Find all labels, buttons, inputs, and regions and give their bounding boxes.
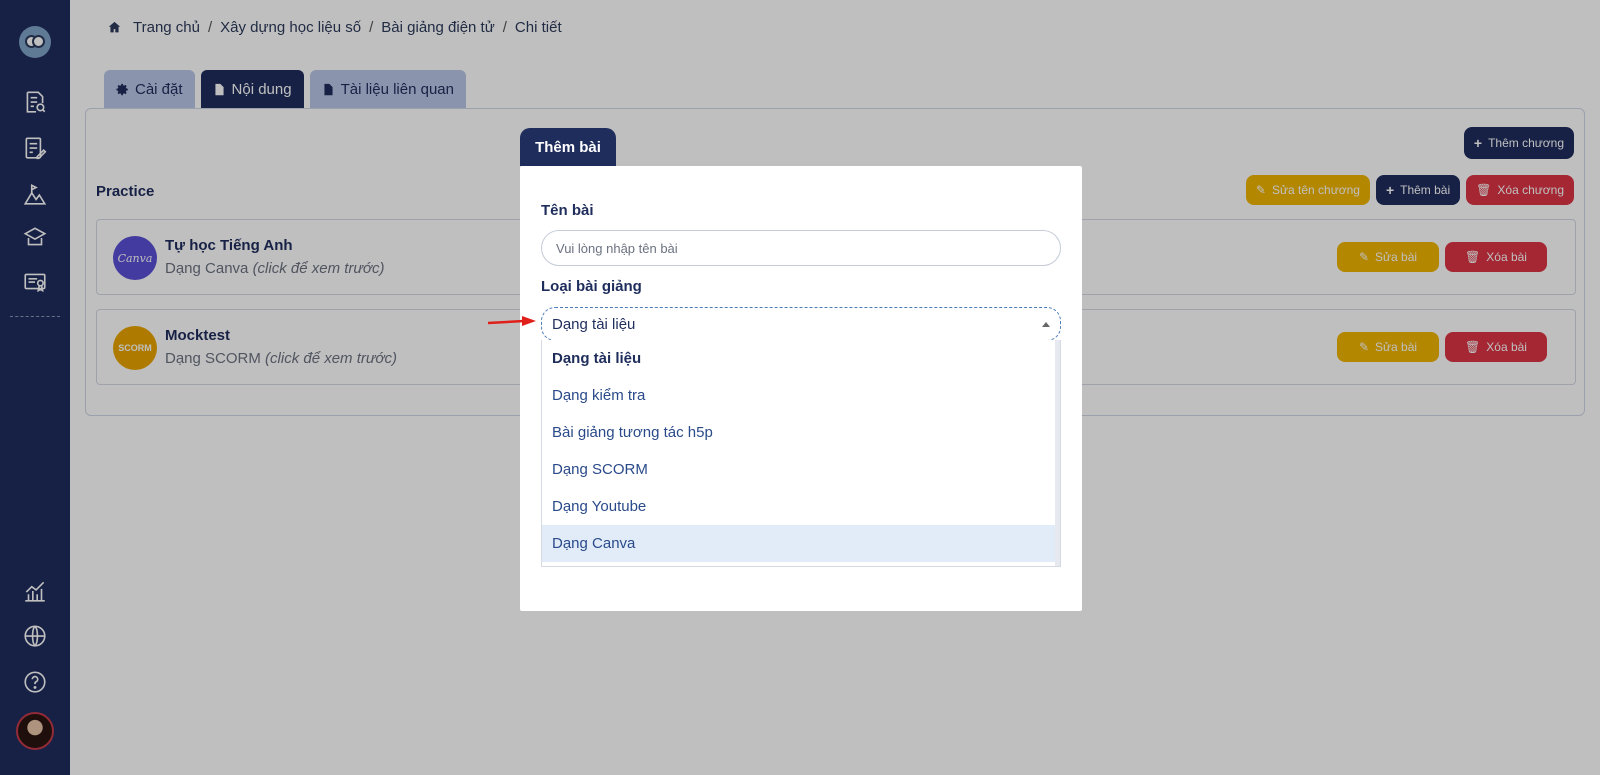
- lesson-type-selected-value: Dạng tài liệu: [552, 315, 636, 333]
- lesson-type-dropdown: Dạng tài liệu Dạng kiểm tra Bài giảng tư…: [541, 340, 1061, 567]
- dropdown-option[interactable]: Dạng kiểm tra: [542, 377, 1056, 414]
- dropdown-option[interactable]: Dạng Youtube: [542, 488, 1056, 525]
- add-lesson-modal: Tên bài Loại bài giảng Dạng tài liệu Dạn…: [520, 166, 1082, 611]
- caret-up-icon: [1042, 322, 1050, 327]
- lesson-type-select[interactable]: Dạng tài liệu: [541, 307, 1061, 341]
- lesson-name-label: Tên bài: [541, 202, 594, 219]
- dropdown-option[interactable]: Dạng tài liệu: [542, 340, 1056, 377]
- dropdown-scrollbar[interactable]: [1055, 340, 1060, 566]
- modal-title-tab: Thêm bài: [520, 128, 616, 166]
- lesson-name-input[interactable]: [541, 230, 1061, 266]
- dropdown-option[interactable]: Dạng Canva: [542, 525, 1056, 562]
- red-arrow-icon: [487, 316, 536, 326]
- dropdown-option[interactable]: Dạng SCORM: [542, 451, 1056, 488]
- lesson-type-label: Loại bài giảng: [541, 278, 642, 295]
- dropdown-option[interactable]: Bài giảng tương tác h5p: [542, 414, 1056, 451]
